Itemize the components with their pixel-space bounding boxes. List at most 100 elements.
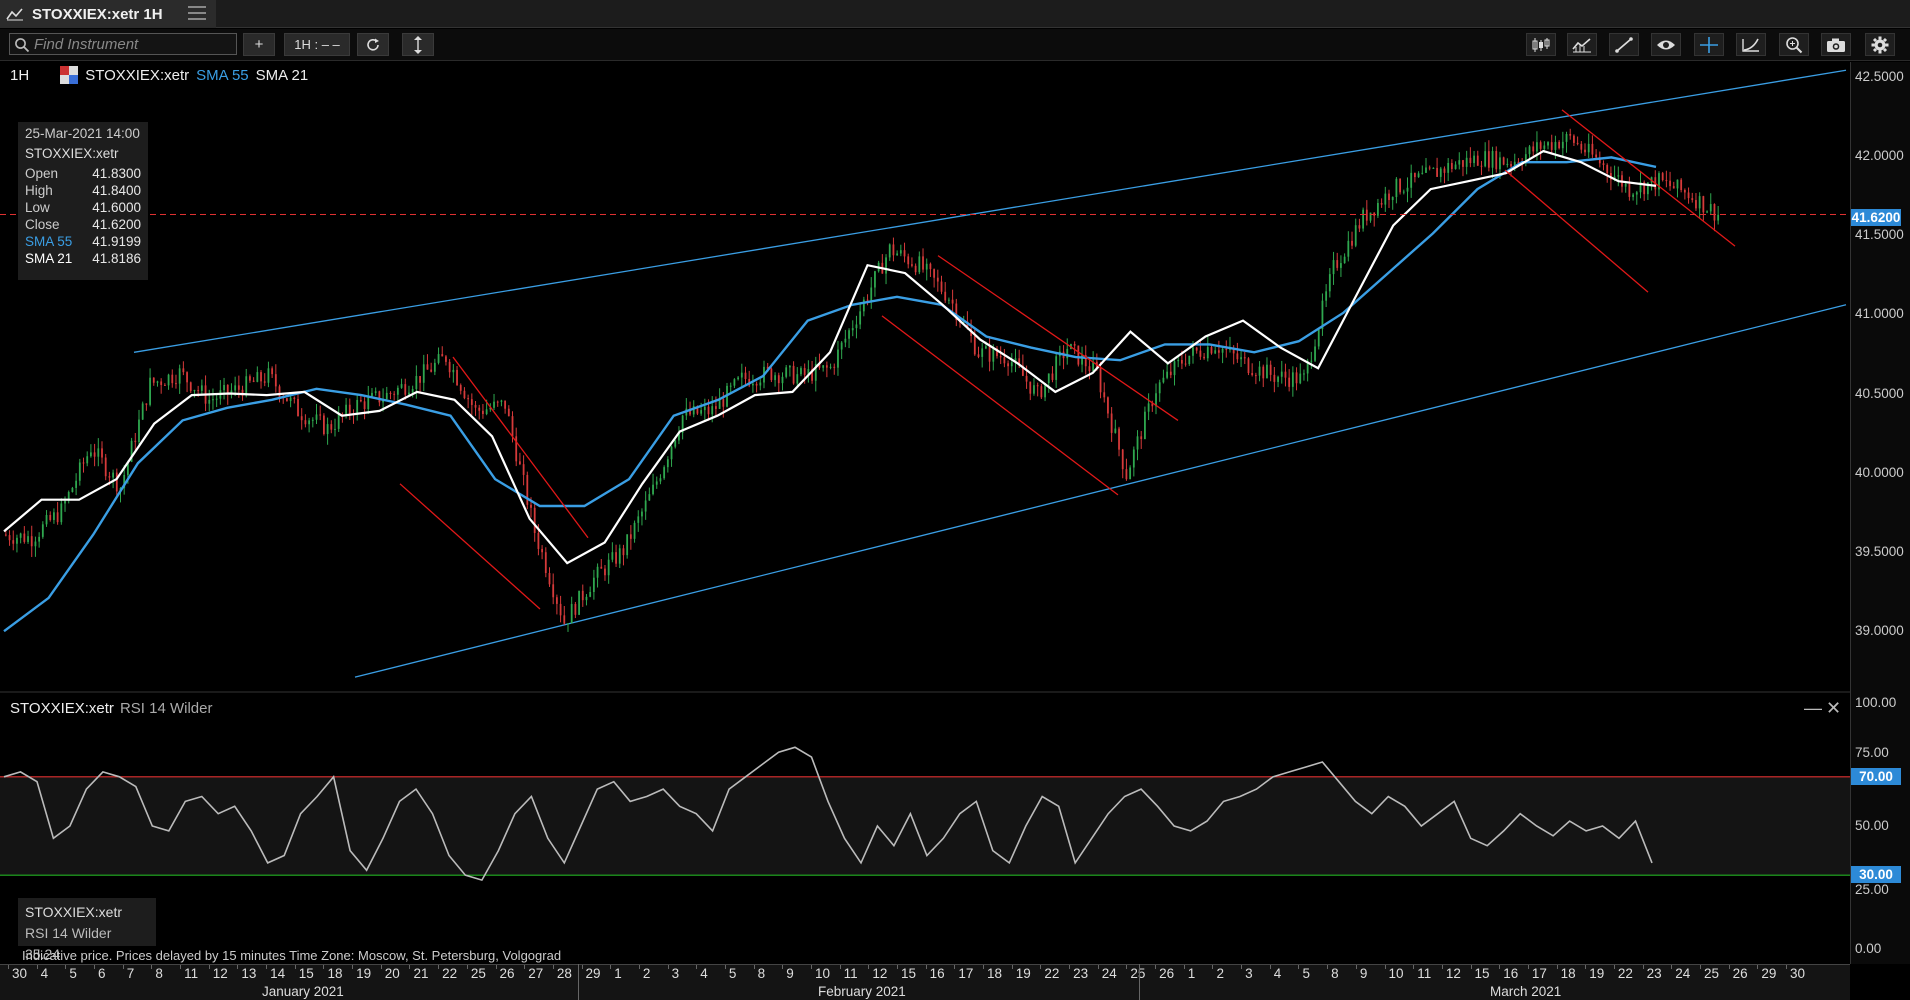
x-tick-mark: [1069, 965, 1071, 969]
search-input[interactable]: [34, 35, 232, 53]
settings-button[interactable]: [1865, 33, 1895, 56]
candle-body: [1266, 364, 1268, 379]
candle-body: [859, 311, 862, 325]
candle-body: [1395, 178, 1398, 198]
candle-body: [1317, 329, 1320, 347]
candle-body: [86, 456, 89, 464]
candle-body: [1040, 386, 1043, 398]
candle-body: [1602, 163, 1605, 165]
candle-body: [1147, 403, 1150, 412]
candle-body: [1173, 361, 1176, 376]
candle-body: [300, 416, 303, 421]
candle-body: [182, 368, 185, 373]
snapshot-button[interactable]: [1821, 33, 1851, 56]
candle-body: [570, 603, 573, 624]
x-tick-mark: [151, 965, 153, 969]
candle-body: [1199, 350, 1202, 357]
x-tick-mark: [1183, 965, 1185, 969]
x-tick-label: 23: [1646, 966, 1662, 981]
candle-body: [1158, 382, 1161, 394]
candle-body: [1510, 163, 1512, 167]
zoom-button[interactable]: [1779, 33, 1809, 56]
minimize-panel-icon[interactable]: —: [1804, 698, 1822, 719]
candle-body: [737, 377, 740, 380]
x-tick-label: 15: [1474, 966, 1490, 981]
expand-vertical-button[interactable]: [402, 33, 434, 56]
candle-body: [467, 398, 470, 400]
candle-body: [507, 408, 510, 417]
camera-icon: [1827, 38, 1845, 52]
candle-body: [1340, 263, 1342, 268]
candle-body: [437, 354, 440, 363]
find-instrument[interactable]: [9, 33, 237, 55]
candlestick-button[interactable]: [1526, 33, 1556, 56]
add-instrument-button[interactable]: +: [243, 33, 275, 56]
candle-body: [482, 410, 484, 414]
candle-body: [271, 368, 274, 375]
candle-body: [456, 369, 458, 386]
candle-body: [1107, 397, 1109, 414]
candle-body: [1499, 157, 1501, 170]
candle-body: [75, 480, 78, 488]
crosshair-button[interactable]: [1694, 33, 1724, 56]
candle-body: [16, 537, 18, 544]
price-chart[interactable]: [0, 62, 1850, 964]
candle-body: [134, 440, 137, 443]
x-tick-label: 12: [212, 966, 228, 981]
candle-body: [359, 399, 362, 402]
candle-body: [1332, 260, 1335, 275]
candle-body: [722, 399, 725, 407]
x-tick-mark: [1728, 965, 1730, 969]
rsi-value-box: STOXXIEX:xetr RSI 14 Wilder 35.24: [18, 898, 156, 962]
candle-body: [289, 397, 292, 402]
candle-body: [770, 368, 773, 381]
candle-body: [589, 591, 592, 597]
x-tick-mark: [294, 965, 296, 969]
candle-body: [38, 536, 41, 542]
legend-symbol[interactable]: STOXXIEX:xetr: [85, 67, 189, 84]
candle-body: [703, 406, 706, 411]
candle-body: [574, 603, 577, 615]
candle-body: [940, 281, 943, 292]
candle-body: [385, 392, 388, 400]
candle-body: [848, 330, 850, 339]
y-tick-label: 39.0000: [1855, 623, 1904, 638]
close-panel-icon[interactable]: ✕: [1826, 698, 1841, 719]
refresh-button[interactable]: [357, 33, 389, 56]
candle-body: [1280, 371, 1283, 377]
visibility-button[interactable]: [1651, 33, 1681, 56]
curve-button[interactable]: [1736, 33, 1766, 56]
x-tick-label: 30: [1790, 966, 1806, 981]
candle-body: [108, 476, 111, 478]
hamburger-menu-icon[interactable]: [188, 6, 206, 22]
candle-body: [371, 392, 373, 397]
candle-body: [563, 615, 566, 624]
candle-body: [1136, 436, 1139, 450]
x-tick-mark: [1585, 965, 1587, 969]
legend-sma21[interactable]: SMA 21: [256, 67, 309, 84]
indicator-button[interactable]: [1567, 33, 1597, 56]
x-tick-mark: [1499, 965, 1501, 969]
chart-tab[interactable]: STOXXIEX:xetr 1H: [0, 0, 216, 28]
x-tick-mark: [839, 965, 841, 969]
candle-body: [981, 348, 984, 357]
x-tick-label: 1: [1187, 966, 1196, 981]
candle-body: [1010, 362, 1013, 367]
expand-vertical-icon: [414, 35, 422, 54]
candle-body: [1036, 385, 1039, 387]
interval-selector[interactable]: 1H : – –: [284, 33, 350, 56]
zoom-icon: [1786, 36, 1803, 53]
rsi-indicator[interactable]: RSI 14 Wilder: [120, 700, 213, 717]
candle-body: [160, 381, 163, 385]
candle-body: [803, 368, 806, 375]
candle-body: [888, 244, 891, 258]
candle-body: [885, 257, 887, 274]
candle-body: [1595, 154, 1598, 158]
candle-body: [1469, 157, 1472, 164]
candle-body: [911, 264, 913, 266]
legend-sma55[interactable]: SMA 55: [196, 67, 249, 84]
candle-body: [899, 250, 902, 254]
candle-body: [389, 392, 392, 394]
draw-line-button[interactable]: [1609, 33, 1639, 56]
candle-body: [1192, 347, 1194, 356]
